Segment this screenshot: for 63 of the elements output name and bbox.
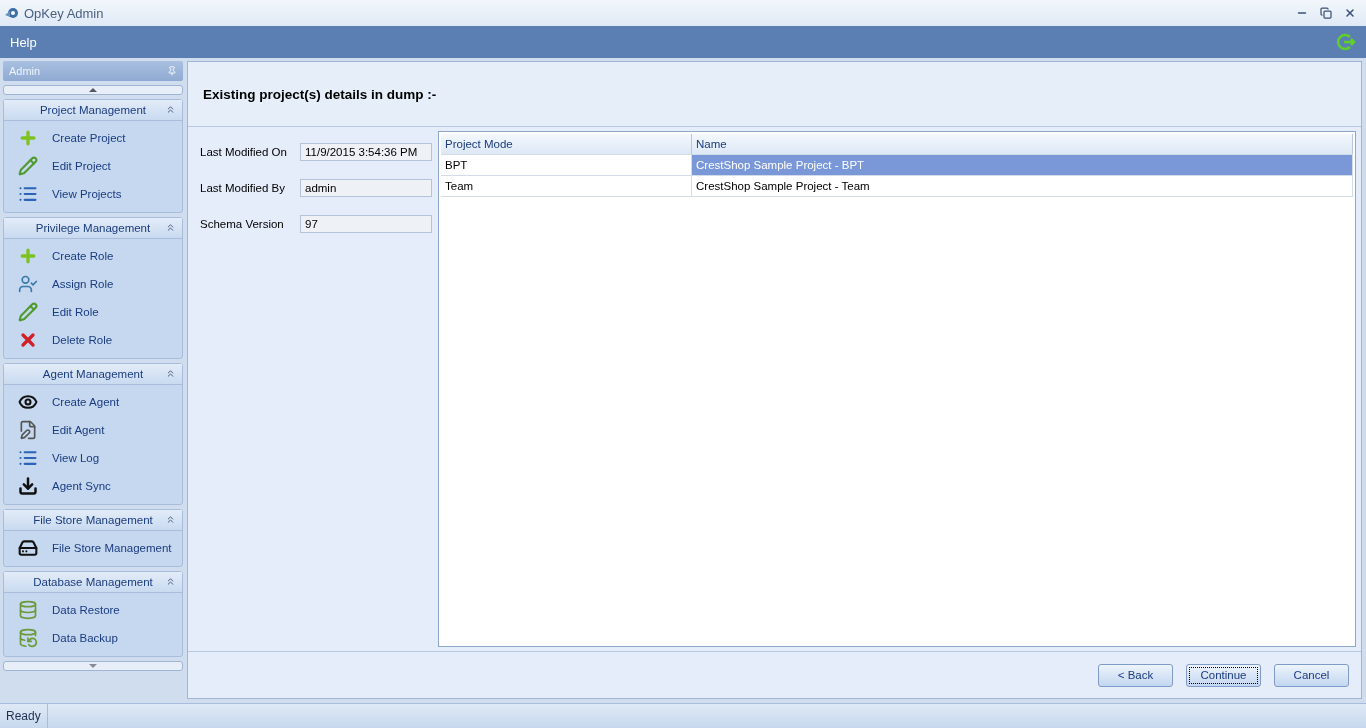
cross-icon: [18, 330, 38, 350]
collapse-icon: [165, 104, 176, 115]
file-edit-icon: [18, 420, 38, 440]
download-icon: [18, 476, 38, 496]
user-check-icon: [18, 274, 38, 294]
field-label: Last Modified On: [200, 146, 287, 158]
read-only-field[interactable]: 97: [300, 215, 432, 233]
status-text: Ready: [0, 704, 48, 728]
sidebar-item[interactable]: Create Role: [4, 242, 182, 270]
eye-icon: [18, 392, 38, 412]
close-icon: [1344, 7, 1356, 19]
menu-item[interactable]: Help: [10, 34, 37, 50]
pencil-icon: [18, 302, 38, 322]
section-header[interactable]: File Store Management: [4, 510, 182, 531]
pin-icon[interactable]: [167, 66, 177, 76]
section-header[interactable]: Database Management: [4, 572, 182, 593]
sidebar-item[interactable]: Assign Role: [4, 270, 182, 298]
read-only-field[interactable]: 11/9/2015 3:54:36 PM: [300, 143, 432, 161]
plus-icon: [18, 128, 38, 148]
sidebar-item[interactable]: Agent Sync: [4, 472, 182, 500]
scroll-up-button[interactable]: [3, 85, 183, 95]
database-icon: [18, 600, 38, 620]
pencil-icon: [18, 156, 38, 176]
sidebar-item[interactable]: File Store Management: [4, 534, 182, 562]
read-only-field[interactable]: admin: [300, 179, 432, 197]
down-arrow-icon: [89, 664, 97, 668]
sidebar-item[interactable]: Edit Agent: [4, 416, 182, 444]
section-header[interactable]: Agent Management: [4, 364, 182, 385]
exit-icon[interactable]: [1336, 32, 1356, 52]
field-label: Last Modified By: [200, 182, 285, 194]
page-heading: Existing project(s) details in dump :-: [203, 86, 437, 102]
collapse-icon: [165, 368, 176, 379]
collapse-icon: [165, 576, 176, 587]
collapse-icon: [165, 514, 176, 525]
section-header[interactable]: Project Management: [4, 100, 182, 121]
up-arrow-icon: [89, 88, 97, 92]
dialog-button[interactable]: < Back: [1098, 663, 1173, 687]
section-header[interactable]: Privilege Management: [4, 218, 182, 239]
window-title: OpKey Admin: [24, 5, 105, 21]
app-logo-icon: [4, 5, 20, 21]
scroll-down-button[interactable]: [3, 661, 183, 671]
column-header[interactable]: Project Mode: [441, 134, 692, 154]
list-icon: [18, 448, 38, 468]
dialog-button[interactable]: Continue: [1186, 663, 1261, 687]
sidebar-item[interactable]: Data Backup: [4, 624, 182, 652]
field-label: Schema Version: [200, 218, 284, 230]
collapse-icon: [165, 222, 176, 233]
dialog-button[interactable]: Cancel: [1274, 663, 1349, 687]
sidebar-item[interactable]: Edit Project: [4, 152, 182, 180]
sidebar-item[interactable]: Create Project: [4, 124, 182, 152]
restore-window-icon: [1320, 7, 1332, 19]
list-icon: [18, 184, 38, 204]
sidebar-item[interactable]: View Projects: [4, 180, 182, 208]
sidebar-item[interactable]: Delete Role: [4, 326, 182, 354]
plus-icon: [18, 246, 38, 266]
sidebar-item[interactable]: View Log: [4, 444, 182, 472]
sidebar-item[interactable]: Create Agent: [4, 388, 182, 416]
sidebar-item[interactable]: Data Restore: [4, 596, 182, 624]
hard-drive-icon: [18, 538, 38, 558]
sidebar-item[interactable]: Edit Role: [4, 298, 182, 326]
database-icon: [18, 628, 38, 648]
sidebar-title: Admin: [9, 65, 41, 77]
column-header[interactable]: Name: [692, 134, 1353, 154]
